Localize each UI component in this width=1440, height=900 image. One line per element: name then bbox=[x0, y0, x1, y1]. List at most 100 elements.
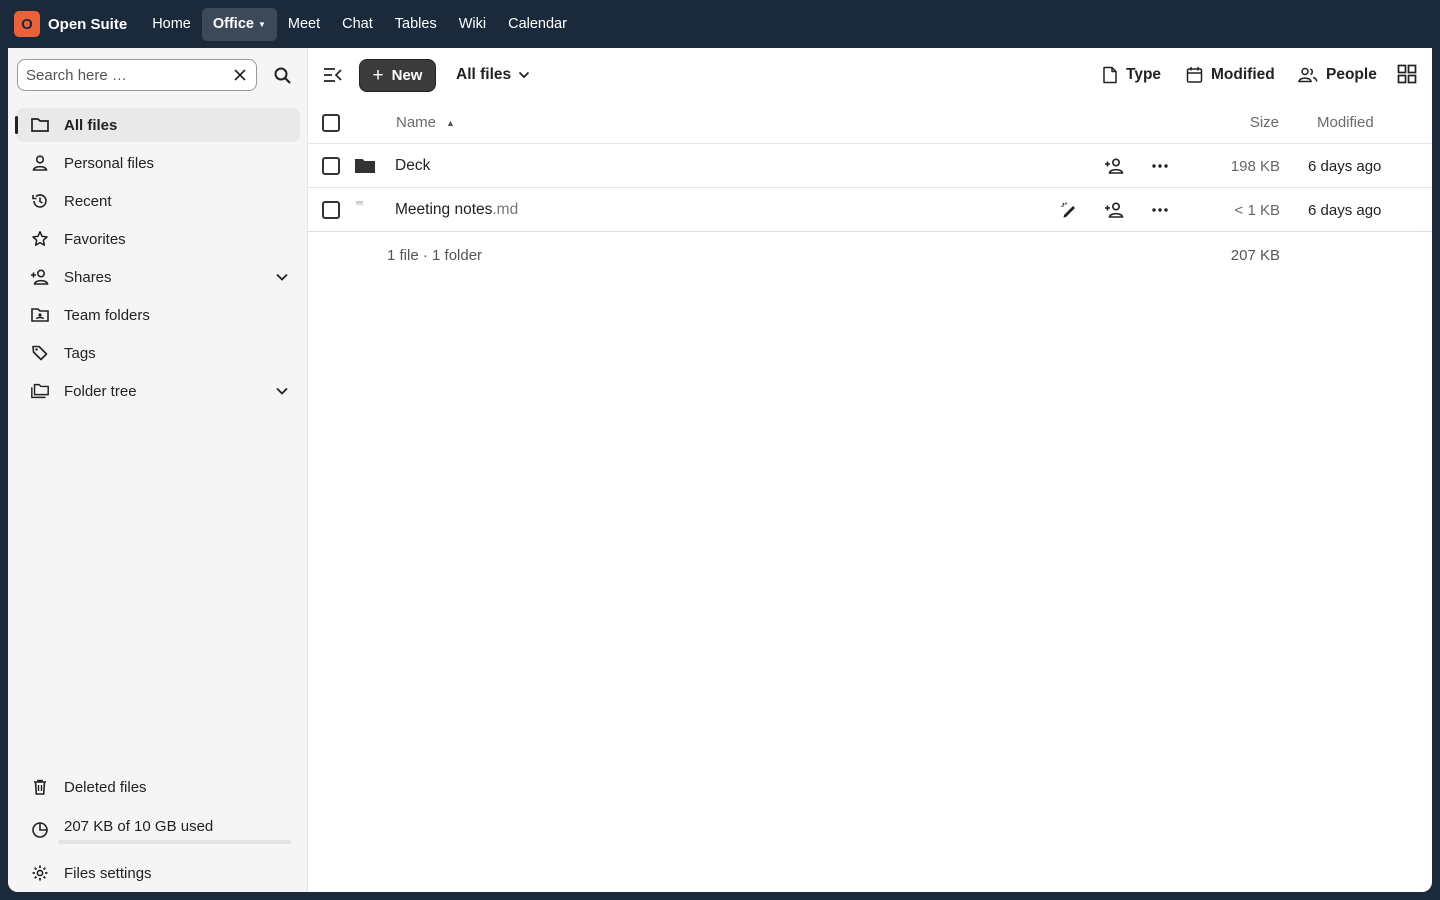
nav-chat-label: Chat bbox=[342, 16, 373, 32]
sidebar-item-favorites[interactable]: Favorites bbox=[16, 222, 300, 256]
search-input[interactable] bbox=[26, 66, 216, 84]
summary-size: 207 KB bbox=[1230, 247, 1280, 264]
sidebar-item-label: Favorites bbox=[64, 230, 126, 248]
table-header: Name ▲ Size Modified bbox=[308, 102, 1432, 144]
summary-count: 1 file · 1 folder bbox=[387, 247, 483, 264]
nav-meet[interactable]: Meet bbox=[277, 8, 331, 41]
filter-type-button[interactable]: Type bbox=[1102, 66, 1161, 84]
nav-meet-label: Meet bbox=[287, 16, 321, 32]
storage-quota[interactable]: 207 KB of 10 GB used bbox=[16, 808, 300, 852]
table-summary: 1 file · 1 folder 207 KB bbox=[308, 231, 1432, 277]
nav-calendar-label: Calendar bbox=[508, 16, 567, 32]
sidebar-item-recent[interactable]: Recent bbox=[16, 184, 300, 218]
column-header-name[interactable]: Name ▲ bbox=[396, 114, 455, 131]
file-modified: 6 days ago bbox=[1308, 202, 1382, 219]
filter-people-button[interactable]: People bbox=[1298, 66, 1377, 84]
edit-pencil-icon[interactable] bbox=[1059, 200, 1079, 220]
row-checkbox[interactable] bbox=[322, 157, 340, 175]
nav-tables-label: Tables bbox=[394, 16, 437, 32]
sidebar-footer: Deleted files 207 KB of 10 GB used Files… bbox=[16, 770, 300, 892]
sort-ascending-icon: ▲ bbox=[446, 117, 455, 128]
search-icon[interactable] bbox=[273, 66, 293, 86]
nav-home[interactable]: Home bbox=[141, 8, 202, 41]
chevron-down-icon[interactable] bbox=[274, 383, 290, 399]
column-header-name-label: Name bbox=[396, 114, 437, 131]
sidebar-item-personal-files[interactable]: Personal files bbox=[16, 146, 300, 180]
nav-office[interactable]: Office ▼ bbox=[201, 7, 277, 41]
files-table: Name ▲ Size Modified Deck 198 KB 6 days a… bbox=[308, 102, 1432, 277]
quota-label: 207 KB of 10 GB used bbox=[64, 817, 214, 835]
chart-pie-icon bbox=[30, 820, 50, 840]
team-folder-icon bbox=[30, 305, 50, 325]
filter-people-label: People bbox=[1326, 66, 1377, 83]
file-icon bbox=[1103, 66, 1117, 84]
sidebar-item-tags[interactable]: Tags bbox=[16, 336, 300, 370]
nav-chat[interactable]: Chat bbox=[331, 8, 384, 41]
nav-wiki[interactable]: Wiki bbox=[448, 8, 497, 41]
app-logo[interactable]: O bbox=[14, 11, 40, 37]
text-file-icon bbox=[356, 201, 363, 205]
sidebar-item-files-settings[interactable]: Files settings bbox=[16, 856, 300, 890]
column-header-modified[interactable]: Modified bbox=[1317, 114, 1374, 131]
more-actions-icon[interactable] bbox=[1150, 156, 1170, 176]
filter-modified-label: Modified bbox=[1211, 66, 1275, 83]
file-size: 198 KB bbox=[1230, 158, 1280, 175]
quota-progress-bar bbox=[58, 840, 291, 844]
top-navigation-bar: O Open Suite Home Office ▼ Meet Chat Tabl… bbox=[0, 0, 1440, 48]
sidebar-item-deleted-files[interactable]: Deleted files bbox=[16, 770, 300, 804]
brand-name[interactable]: Open Suite bbox=[48, 16, 127, 33]
file-modified: 6 days ago bbox=[1308, 158, 1382, 175]
account-icon bbox=[30, 153, 50, 173]
folder-icon bbox=[30, 115, 50, 135]
sidebar-item-label: Deleted files bbox=[64, 778, 147, 796]
share-icon[interactable] bbox=[1104, 200, 1124, 220]
chevron-down-icon[interactable] bbox=[274, 269, 290, 285]
sidebar-item-label: Tags bbox=[64, 344, 96, 362]
file-size: < 1 KB bbox=[1234, 202, 1280, 219]
sidebar-item-label: Files settings bbox=[64, 864, 152, 882]
breadcrumb[interactable]: All files bbox=[456, 66, 531, 84]
people-icon bbox=[1298, 67, 1318, 83]
row-checkbox[interactable] bbox=[322, 201, 340, 219]
table-row[interactable]: Deck 198 KB 6 days ago bbox=[308, 144, 1432, 188]
sidebar-item-label: Personal files bbox=[64, 154, 155, 172]
sidebar-item-label: Shares bbox=[64, 268, 112, 286]
sidebar-item-label: All files bbox=[64, 116, 118, 134]
filter-type-label: Type bbox=[1126, 66, 1162, 83]
file-name[interactable]: Deck bbox=[395, 157, 430, 175]
nav-office-label: Office bbox=[212, 16, 254, 32]
table-row[interactable]: Meeting notes.md < 1 KB 6 days ago bbox=[308, 188, 1432, 232]
sidebar: All files Personal files Recent Favorite… bbox=[8, 48, 308, 892]
gear-icon bbox=[30, 863, 50, 883]
filter-modified-button[interactable]: Modified bbox=[1186, 66, 1275, 84]
sidebar-item-all-files[interactable]: All files bbox=[15, 108, 300, 142]
nav-home-label: Home bbox=[152, 16, 191, 32]
file-basename: Meeting notes bbox=[395, 201, 493, 218]
tag-icon bbox=[30, 343, 50, 363]
file-name[interactable]: Meeting notes.md bbox=[395, 201, 518, 219]
column-header-size[interactable]: Size bbox=[1250, 114, 1279, 131]
new-button-label: New bbox=[391, 67, 423, 84]
grid-view-icon[interactable] bbox=[1397, 64, 1417, 84]
more-actions-icon[interactable] bbox=[1150, 200, 1170, 220]
sidebar-navigation: All files Personal files Recent Favorite… bbox=[15, 108, 300, 412]
toggle-sidebar-icon[interactable] bbox=[323, 66, 343, 84]
star-icon bbox=[30, 229, 50, 249]
share-icon[interactable] bbox=[1104, 156, 1124, 176]
breadcrumb-label: All files bbox=[456, 66, 512, 83]
sidebar-item-folder-tree[interactable]: Folder tree bbox=[16, 374, 300, 408]
sidebar-item-shares[interactable]: Shares bbox=[16, 260, 300, 294]
nav-tables[interactable]: Tables bbox=[384, 8, 448, 41]
sidebar-item-team-folders[interactable]: Team folders bbox=[16, 298, 300, 332]
file-extension: .md bbox=[492, 201, 519, 218]
files-toolbar: + New All files Type Modified People bbox=[308, 48, 1432, 102]
calendar-icon bbox=[1186, 67, 1203, 83]
app-frame: All files Personal files Recent Favorite… bbox=[8, 48, 1432, 892]
sidebar-item-label: Folder tree bbox=[64, 382, 137, 400]
folder-multiple-icon bbox=[30, 381, 50, 401]
close-icon[interactable] bbox=[232, 67, 248, 83]
search-box bbox=[17, 59, 257, 91]
new-button[interactable]: + New bbox=[359, 59, 436, 92]
select-all-checkbox[interactable] bbox=[322, 114, 340, 132]
nav-calendar[interactable]: Calendar bbox=[497, 8, 578, 41]
